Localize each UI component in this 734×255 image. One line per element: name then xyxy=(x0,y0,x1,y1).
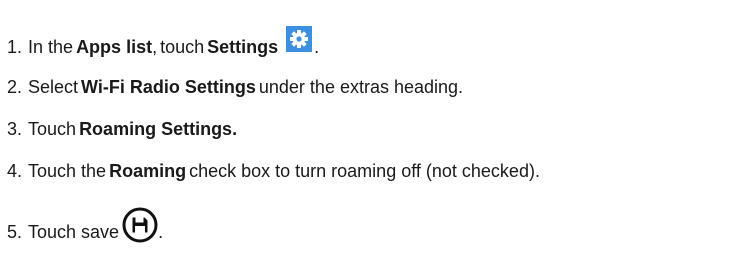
step-text: touch xyxy=(160,37,205,57)
step-text: Touch save xyxy=(28,222,120,242)
step-number: 3. xyxy=(7,119,23,139)
step-text: In the xyxy=(28,37,74,57)
step-1: 1. In the Apps list , touch Settings . xyxy=(7,26,320,60)
step-text: Select xyxy=(28,77,79,97)
apps-list-label: Apps list xyxy=(76,37,153,57)
roaming-label: Roaming xyxy=(109,161,187,181)
step-text: under the extras heading. xyxy=(258,77,464,97)
step-text: Touch xyxy=(28,119,77,139)
step-text: Touch the xyxy=(28,161,107,181)
step-text: , xyxy=(152,37,158,57)
step-text: . xyxy=(158,222,164,242)
step-number: 4. xyxy=(7,161,23,181)
step-3: 3. Touch Roaming Settings. xyxy=(7,118,237,140)
step-number: 5. xyxy=(7,222,23,242)
step-5: 5. Touch save . xyxy=(7,207,164,250)
step-2: 2. Select Wi-Fi Radio Settings under the… xyxy=(7,76,463,98)
wifi-radio-settings-label: Wi-Fi Radio Settings xyxy=(81,77,256,97)
step-text: check box to turn roaming off (not check… xyxy=(189,161,540,181)
step-text: . xyxy=(314,37,320,57)
save-floppy-icon xyxy=(122,207,158,243)
roaming-settings-label: Roaming Settings. xyxy=(79,119,238,139)
step-number: 2. xyxy=(7,77,23,97)
settings-gear-icon xyxy=(286,26,313,52)
step-number: 1. xyxy=(7,37,23,57)
settings-label: Settings xyxy=(207,37,279,57)
step-4: 4. Touch the Roaming check box to turn r… xyxy=(7,160,540,182)
